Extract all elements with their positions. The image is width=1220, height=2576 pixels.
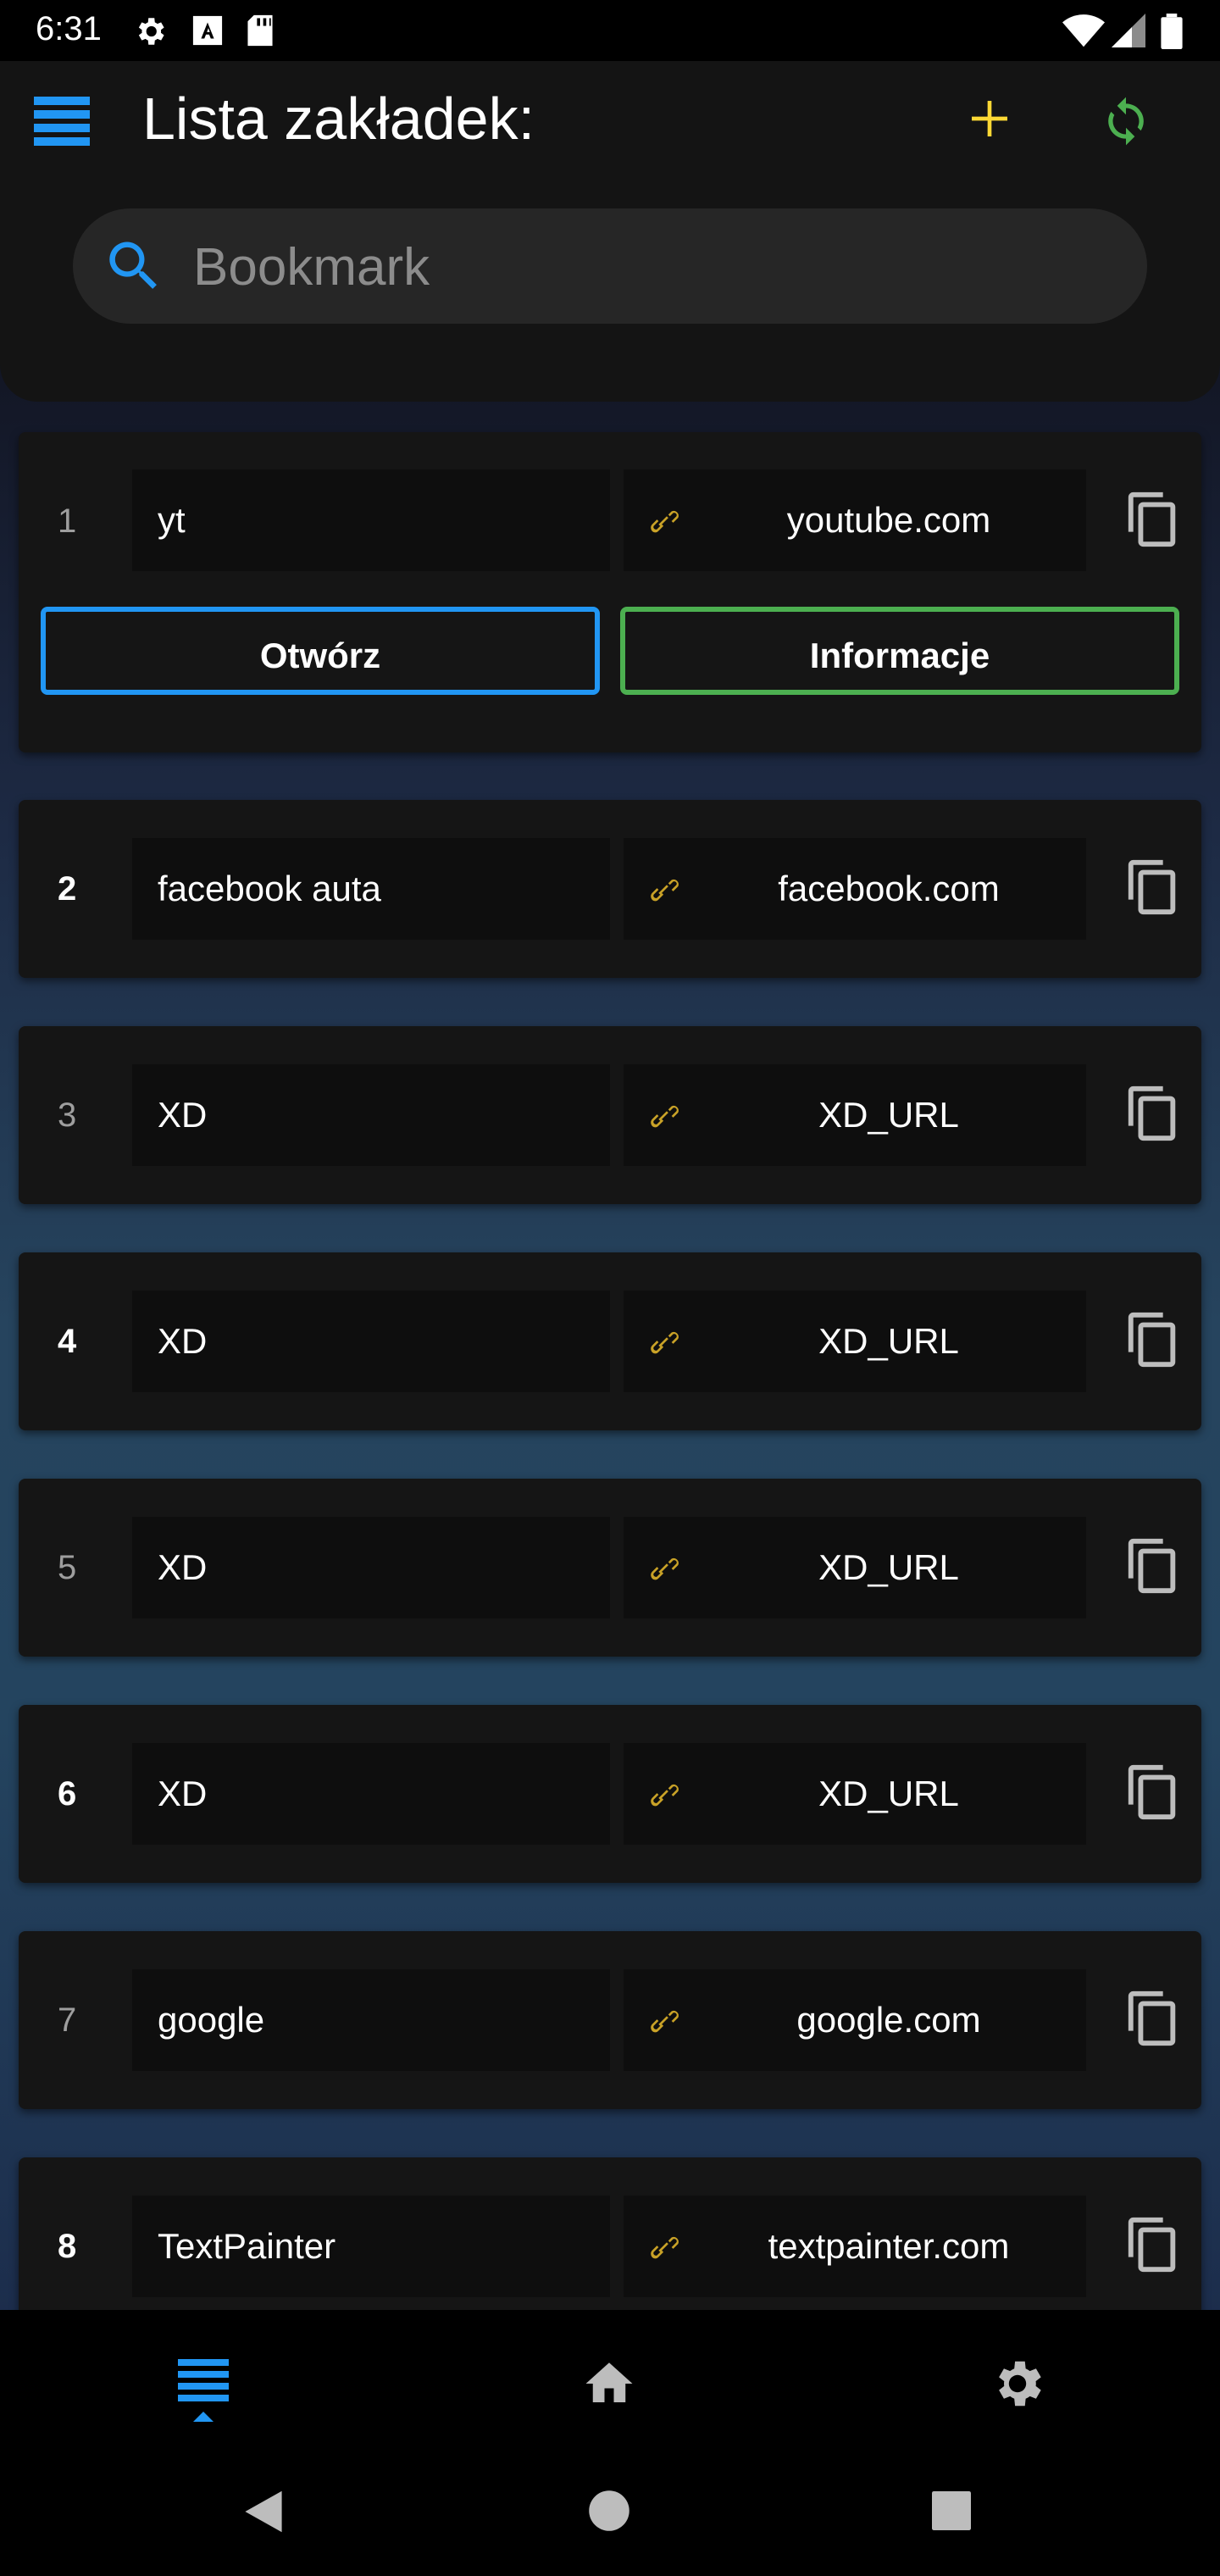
- bookmark-index: 2: [58, 870, 77, 908]
- copy-icon[interactable]: [1123, 1989, 1183, 2048]
- bookmark-name: XD: [158, 1095, 208, 1135]
- bookmark-url: facebook.com: [778, 869, 1000, 908]
- open-button[interactable]: Otwórz: [41, 607, 600, 695]
- link-icon: [651, 1331, 679, 1354]
- bookmark-url-field[interactable]: XD_URL: [624, 1743, 1086, 1845]
- status-time: 6:31: [36, 10, 102, 47]
- bookmark-url-field[interactable]: google.com: [624, 1969, 1086, 2071]
- link-icon: [651, 510, 679, 533]
- bookmark-url-field[interactable]: XD_URL: [624, 1064, 1086, 1166]
- bookmark-name: yt: [158, 500, 186, 540]
- link-icon: [651, 2236, 679, 2259]
- page-title: Lista zakładek:: [142, 86, 535, 152]
- home-circle-icon[interactable]: [588, 2490, 630, 2532]
- nav-list-icon[interactable]: [178, 2359, 229, 2427]
- bookmark-url-field[interactable]: XD_URL: [624, 1291, 1086, 1392]
- bookmark-name-field[interactable]: XD: [132, 1291, 610, 1392]
- copy-icon[interactable]: [1123, 2215, 1183, 2274]
- search-bar[interactable]: [73, 208, 1147, 324]
- bookmark-url: XD_URL: [818, 1095, 959, 1135]
- bookmark-url: XD_URL: [818, 1321, 959, 1361]
- bookmark-name: google: [158, 2000, 265, 2040]
- bookmark-url-field[interactable]: textpainter.com: [624, 2196, 1086, 2297]
- info-button[interactable]: Informacje: [620, 607, 1179, 695]
- copy-icon[interactable]: [1123, 1084, 1183, 1143]
- link-icon: [651, 1105, 679, 1128]
- copy-icon[interactable]: [1123, 1763, 1183, 1822]
- back-icon[interactable]: [241, 2488, 286, 2535]
- font-status-icon: [192, 15, 223, 46]
- bookmark-url: google.com: [796, 2000, 981, 2040]
- copy-icon[interactable]: [1123, 1536, 1183, 1596]
- bookmark-name-field[interactable]: TextPainter: [132, 2196, 610, 2297]
- search-input[interactable]: [191, 229, 1110, 305]
- bookmark-name-field[interactable]: XD: [132, 1517, 610, 1618]
- bookmark-name-field[interactable]: XD: [132, 1064, 610, 1166]
- bookmark-url: youtube.com: [786, 500, 991, 540]
- link-icon: [651, 1784, 679, 1807]
- bookmark-name: XD: [158, 1774, 208, 1813]
- bookmark-url-field[interactable]: youtube.com: [624, 469, 1086, 571]
- bookmark-name: XD: [158, 1321, 208, 1361]
- bookmark-card[interactable]: 8 TextPainter textpainter.com: [19, 2157, 1201, 2335]
- search-icon: [109, 242, 157, 289]
- bookmark-name-field[interactable]: facebook auta: [132, 838, 610, 940]
- add-icon[interactable]: [966, 95, 1013, 142]
- bookmark-card[interactable]: 7 google google.com: [19, 1931, 1201, 2109]
- status-bar: 6:31: [0, 0, 1220, 61]
- settings-icon[interactable]: [988, 2354, 1047, 2413]
- bookmark-name: facebook auta: [158, 869, 381, 908]
- bookmark-url-field[interactable]: facebook.com: [624, 838, 1086, 940]
- bookmark-card[interactable]: 6 XD XD_URL: [19, 1705, 1201, 1883]
- bookmark-name-field[interactable]: yt: [132, 469, 610, 571]
- signal-icon: [1112, 14, 1145, 47]
- bookmark-index: 8: [58, 2228, 77, 2265]
- bookmark-name: XD: [158, 1547, 208, 1587]
- battery-icon: [1161, 14, 1183, 49]
- bookmark-url: XD_URL: [818, 1547, 959, 1587]
- bookmark-name-field[interactable]: google: [132, 1969, 610, 2071]
- recents-icon[interactable]: [932, 2491, 971, 2530]
- bookmark-card[interactable]: 4 XD XD_URL: [19, 1252, 1201, 1430]
- wifi-icon: [1062, 14, 1105, 47]
- settings-status-icon: [138, 18, 164, 45]
- link-icon: [651, 879, 679, 902]
- link-icon: [651, 1557, 679, 1580]
- bookmark-index: 3: [58, 1096, 77, 1134]
- home-icon[interactable]: [581, 2356, 637, 2412]
- bookmark-card[interactable]: 3 XD XD_URL: [19, 1026, 1201, 1204]
- bookmark-index: 5: [58, 1549, 77, 1586]
- bookmark-card[interactable]: 1 yt youtube.com Otwórz Informacje: [19, 432, 1201, 752]
- refresh-icon[interactable]: [1100, 95, 1152, 147]
- bookmark-card[interactable]: 5 XD XD_URL: [19, 1479, 1201, 1657]
- bookmark-url-field[interactable]: XD_URL: [624, 1517, 1086, 1618]
- bookmark-url: XD_URL: [818, 1774, 959, 1813]
- link-icon: [651, 2010, 679, 2033]
- bookmark-index: 7: [58, 2001, 77, 2039]
- bookmark-name-field[interactable]: XD: [132, 1743, 610, 1845]
- bookmark-index: 6: [58, 1775, 77, 1813]
- sd-card-status-icon: [247, 14, 273, 47]
- menu-list-icon[interactable]: [34, 97, 90, 146]
- copy-icon[interactable]: [1123, 858, 1183, 917]
- bookmark-card[interactable]: 2 facebook auta facebook.com: [19, 800, 1201, 978]
- bookmark-url: textpainter.com: [768, 2226, 1010, 2266]
- copy-icon[interactable]: [1123, 490, 1183, 549]
- bottom-navigation: [0, 2310, 1220, 2576]
- bookmark-index: 4: [58, 1323, 77, 1360]
- bookmark-index: 1: [58, 502, 77, 540]
- bookmark-name: TextPainter: [158, 2226, 336, 2266]
- copy-icon[interactable]: [1123, 1310, 1183, 1369]
